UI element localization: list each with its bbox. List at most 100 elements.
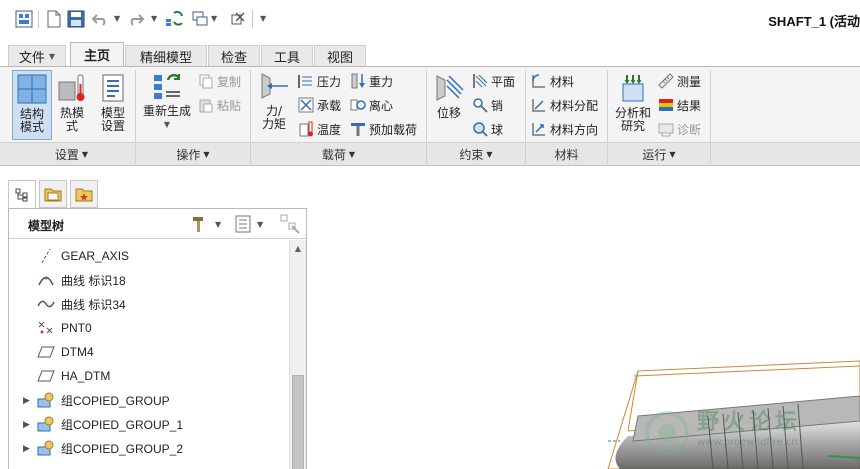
tree-item-curve-34[interactable]: 曲线 标识34 bbox=[9, 292, 289, 316]
thermometer-icon bbox=[58, 74, 85, 101]
graphics-viewport[interactable]: 野火论坛 www.proewildfire.cn bbox=[308, 166, 860, 469]
material-button[interactable]: 材料 bbox=[531, 71, 574, 91]
force-moment-button[interactable]: 力/ 力矩 bbox=[255, 70, 293, 140]
gravity-button[interactable]: 重力 bbox=[350, 71, 393, 91]
group-loads-text: 载荷 bbox=[321, 147, 346, 162]
chevron-down-icon: ▼ bbox=[81, 149, 89, 159]
tab-view[interactable]: 视图 bbox=[314, 45, 366, 66]
tree-item-curve-18[interactable]: 曲线 标识18 bbox=[9, 268, 289, 292]
redo-icon[interactable] bbox=[126, 9, 146, 29]
analysis-and-study-label: 分析和 研究 bbox=[614, 106, 651, 133]
tree-item-gear-axis[interactable]: GEAR_AXIS bbox=[9, 244, 289, 268]
filter-icon bbox=[280, 214, 300, 234]
expand-arrow-icon[interactable]: ▶ bbox=[23, 419, 33, 430]
tab-folder-browser[interactable] bbox=[39, 180, 67, 208]
expand-arrow-icon[interactable]: ▶ bbox=[23, 395, 33, 406]
group-constraints-label[interactable]: 约束 ▼ bbox=[427, 145, 525, 163]
group-icon bbox=[37, 440, 55, 456]
tab-favorites[interactable] bbox=[70, 180, 98, 208]
tab-file[interactable]: 文件 ▼ bbox=[8, 45, 66, 66]
copy-button[interactable]: 复制 bbox=[198, 71, 241, 91]
tree-item-label: DTM4 bbox=[61, 345, 94, 359]
favorites-icon bbox=[75, 188, 93, 202]
model-setup-button[interactable]: 模型 设置 bbox=[93, 72, 133, 140]
centrifugal-button[interactable]: 离心 bbox=[350, 95, 393, 115]
tree-item-label: 曲线 标识34 bbox=[61, 297, 126, 312]
tab-file-chevron-down-icon: ▼ bbox=[48, 51, 56, 61]
save-icon[interactable] bbox=[66, 9, 86, 29]
tree-filter-button[interactable] bbox=[280, 214, 300, 234]
tree-item-pnt0[interactable]: PNT0 bbox=[9, 316, 289, 340]
tree-item-ha-dtm[interactable]: HA_DTM bbox=[9, 364, 289, 388]
displacement-button[interactable]: 位移 bbox=[432, 72, 466, 140]
list-icon bbox=[235, 215, 251, 233]
tab-home[interactable]: 主页 bbox=[70, 42, 124, 66]
bearing-button[interactable]: 承载 bbox=[298, 95, 341, 115]
plane-constraint-icon bbox=[473, 74, 488, 88]
tree-settings-button[interactable]: ▼ bbox=[191, 214, 221, 234]
scroll-thumb[interactable] bbox=[292, 375, 304, 469]
tab-tools[interactable]: 工具 bbox=[261, 45, 313, 66]
regenerate-icon[interactable] bbox=[164, 9, 184, 29]
regenerate-button[interactable]: 重新生成 ▼ bbox=[141, 70, 193, 140]
customize-icon[interactable]: ▼ bbox=[260, 14, 268, 23]
window-icon[interactable] bbox=[14, 9, 34, 29]
regenerate-dropdown-icon[interactable]: ▼ bbox=[164, 118, 170, 131]
folder-icon bbox=[44, 188, 62, 202]
displacement-label: 位移 bbox=[436, 106, 461, 120]
new-icon[interactable] bbox=[44, 9, 64, 29]
analysis-and-study-button[interactable]: 分析和 研究 bbox=[612, 72, 654, 140]
group-setup-label[interactable]: 设置 ▼ bbox=[8, 145, 135, 163]
tree-display-button[interactable]: ▼ bbox=[235, 214, 263, 234]
displacement-icon bbox=[436, 75, 464, 101]
material-assignment-button[interactable]: 材料分配 bbox=[531, 95, 598, 115]
close-window-icon[interactable] bbox=[228, 9, 248, 29]
tab-refine-model-label: 精细模型 bbox=[139, 50, 192, 66]
pin-constraint-button[interactable]: 销 bbox=[472, 95, 503, 115]
preload-button[interactable]: 预加载荷 bbox=[350, 119, 417, 139]
tree-item-copied-group-1[interactable]: ▶ 组COPIED_GROUP_1 bbox=[9, 412, 289, 436]
pressure-button[interactable]: 压力 bbox=[298, 71, 341, 91]
tab-refine-model[interactable]: 精细模型 bbox=[125, 45, 207, 66]
thermal-mode-button[interactable]: 热模 式 bbox=[55, 72, 89, 140]
redo-dropdown-icon[interactable]: ▼ bbox=[151, 14, 159, 23]
diagnostics-icon bbox=[658, 123, 674, 137]
results-icon bbox=[659, 99, 673, 111]
chevron-down-icon: ▼ bbox=[215, 219, 222, 229]
structure-mode-label: 结构 模式 bbox=[19, 107, 44, 134]
measure-button[interactable]: 测量 bbox=[658, 71, 701, 91]
plane-constraint-button[interactable]: 平面 bbox=[472, 71, 515, 91]
tree-item-copied-group-2[interactable]: ▶ 组COPIED_GROUP_2 bbox=[9, 436, 289, 460]
material-orientation-button[interactable]: 材料方向 bbox=[531, 119, 598, 139]
undo-icon[interactable] bbox=[90, 9, 110, 29]
diagnostics-button[interactable]: 诊断 bbox=[658, 119, 701, 139]
thermal-mode-label: 热模 式 bbox=[59, 106, 84, 133]
tab-inspect[interactable]: 检查 bbox=[208, 45, 260, 66]
group-loads-label[interactable]: 载荷 ▼ bbox=[251, 145, 426, 163]
group-run-label[interactable]: 运行 ▼ bbox=[608, 145, 710, 163]
results-button[interactable]: 结果 bbox=[658, 95, 701, 115]
diagnostics-label: 诊断 bbox=[677, 122, 702, 137]
group-operations-label[interactable]: 操作 ▼ bbox=[136, 145, 250, 163]
model-setup-icon bbox=[102, 74, 124, 102]
undo-dropdown-icon[interactable]: ▼ bbox=[114, 14, 122, 23]
curve-icon bbox=[37, 272, 55, 288]
temperature-button[interactable]: 温度 bbox=[298, 119, 341, 139]
structure-mode-button[interactable]: 结构 模式 bbox=[12, 70, 52, 140]
tree-item-dtm4[interactable]: DTM4 bbox=[9, 340, 289, 364]
pin-constraint-icon bbox=[473, 98, 488, 113]
centrifugal-label: 离心 bbox=[369, 98, 394, 113]
ball-constraint-button[interactable]: 球 bbox=[472, 119, 503, 139]
tree-scrollbar[interactable]: ▲ bbox=[289, 240, 306, 469]
windows-dropdown-icon[interactable]: ▼ bbox=[211, 14, 219, 23]
windows-icon[interactable] bbox=[190, 9, 210, 29]
tab-model-tree[interactable] bbox=[8, 180, 36, 208]
regenerate-label: 重新生成 bbox=[142, 104, 191, 118]
expand-arrow-icon[interactable]: ▶ bbox=[23, 443, 33, 454]
paste-button[interactable]: 粘贴 bbox=[198, 95, 241, 115]
gravity-icon bbox=[351, 73, 365, 89]
tree-item-copied-group[interactable]: ▶ 组COPIED_GROUP bbox=[9, 388, 289, 412]
scroll-up-arrow-icon[interactable]: ▲ bbox=[290, 240, 306, 257]
results-label: 结果 bbox=[677, 98, 702, 113]
datum-point-icon bbox=[37, 320, 55, 336]
